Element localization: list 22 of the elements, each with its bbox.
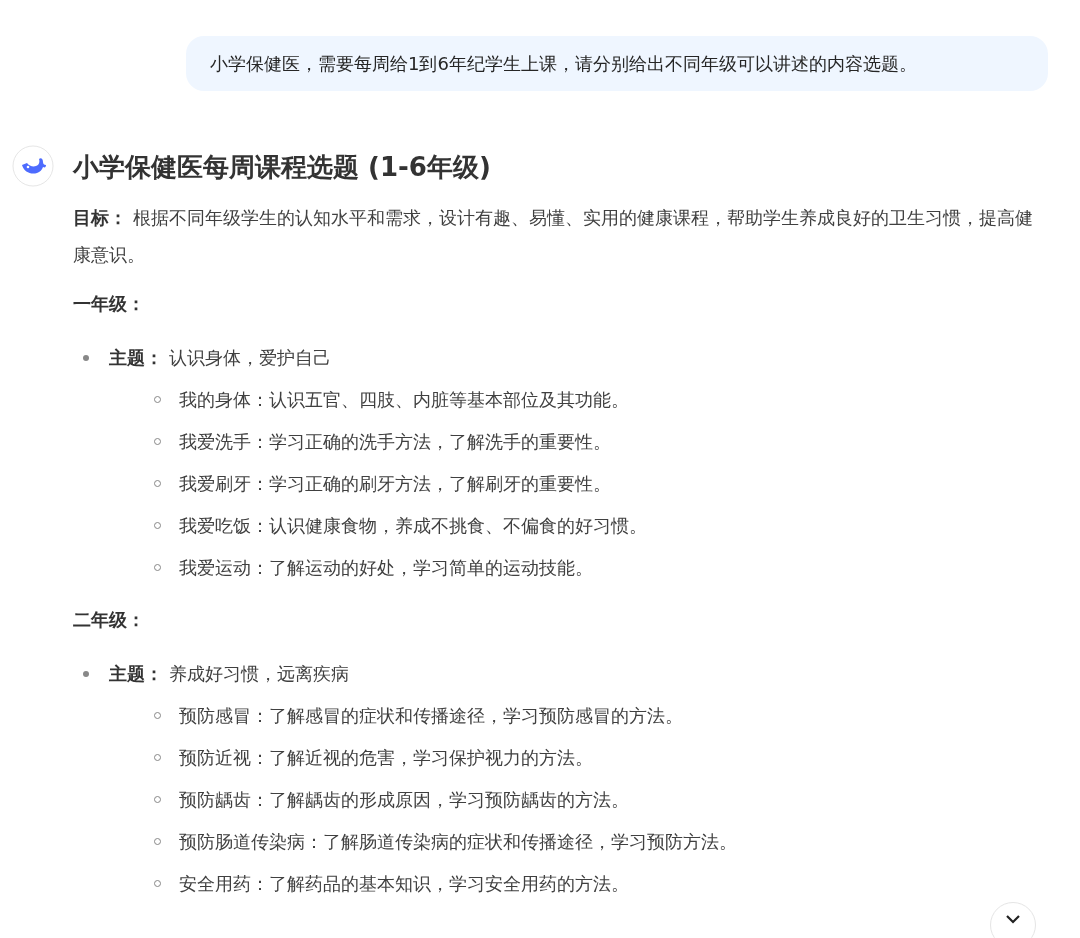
chevron-down-icon [1006, 915, 1020, 924]
list-item-text: 预防感冒：了解感冒的症状和传播途径，学习预防感冒的方法。 [179, 705, 683, 726]
list-item-text: 预防近视：了解近视的危害，学习保护视力的方法。 [179, 747, 593, 768]
topic-text: 主题： 认识身体，爱护自己 [109, 347, 331, 368]
grade-heading: 一年级： [73, 292, 146, 316]
goal-paragraph: 目标： 根据不同年级学生的认知水平和需求，设计有趣、易懂、实用的健康课程，帮助学生养成良好的卫生习惯，提高健康意识。 [73, 206, 1034, 267]
topic-text: 主题： 养成好习惯，远离疾病 [109, 663, 349, 684]
list-item-text: 预防龋齿：了解龋齿的形成原因，学习预防龋齿的方法。 [179, 789, 629, 810]
list-item-text: 安全用药：了解药品的基本知识，学习安全用药的方法。 [179, 873, 629, 894]
list-item-text: 预防肠道传染病：了解肠道传染病的症状和传播途径，学习预防方法。 [179, 831, 737, 852]
list-item-text: 我爱洗手：学习正确的洗手方法，了解洗手的重要性。 [179, 431, 611, 452]
bullet-icon [83, 355, 89, 361]
user-message: 小学保健医，需要每周给1到6年纪学生上课，请分别给出不同年级可以讲述的内容选题。 [186, 36, 1048, 91]
grade-heading: 二年级： [73, 608, 146, 632]
list-item-text: 我的身体：认识五官、四肢、内脏等基本部位及其功能。 [179, 389, 629, 410]
scroll-down-button[interactable] [990, 902, 1036, 938]
list-item-text: 我爱刷牙：学习正确的刷牙方法，了解刷牙的重要性。 [179, 473, 611, 494]
whale-logo-icon [12, 145, 54, 187]
response-title: 小学保健医每周课程选题 (1-6年级) [73, 151, 492, 184]
bullet-icon [83, 671, 89, 677]
list-item-text: 我爱吃饭：认识健康食物，养成不挑食、不偏食的好习惯。 [179, 515, 647, 536]
list-item-text: 我爱运动：了解运动的好处，学习简单的运动技能。 [179, 557, 593, 578]
